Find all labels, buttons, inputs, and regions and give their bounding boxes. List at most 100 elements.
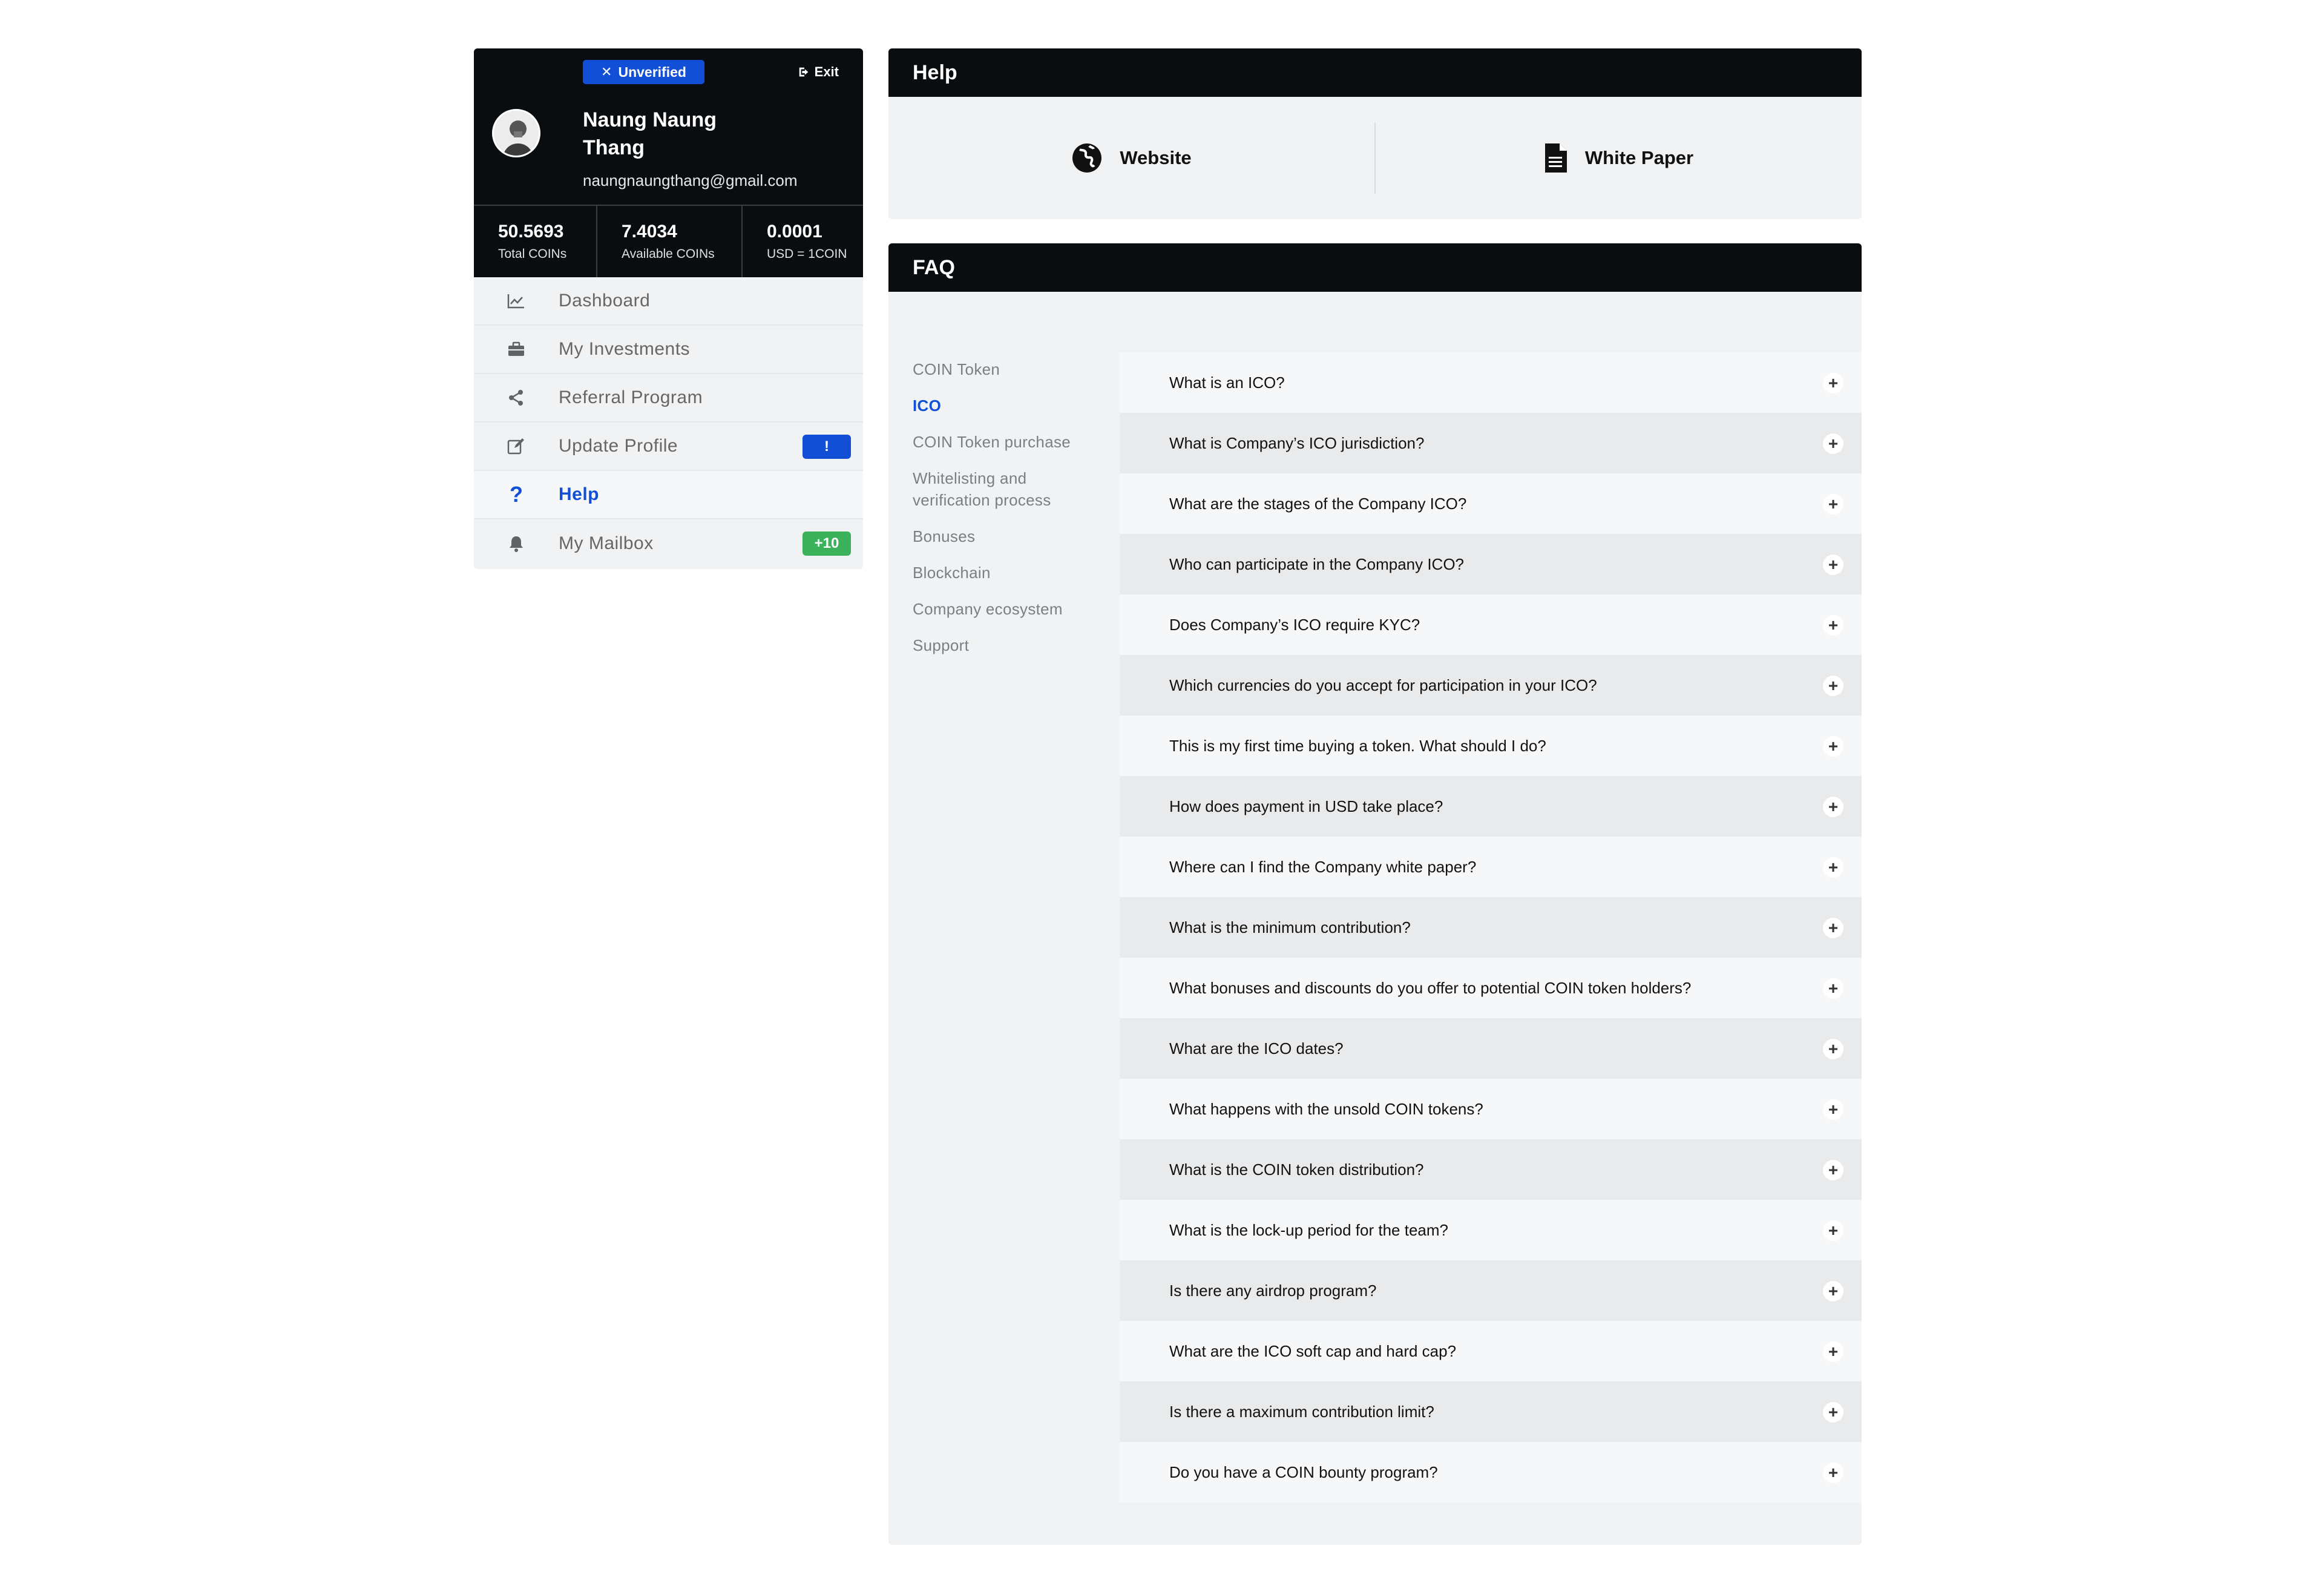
bell-icon <box>474 535 559 552</box>
website-label: Website <box>1120 147 1192 168</box>
faq-row[interactable]: Where can I find the Company white paper… <box>1120 837 1862 897</box>
faq-category-item[interactable]: Whitelisting and verification process <box>913 467 1106 511</box>
faq-category-item[interactable]: Blockchain <box>913 562 1106 584</box>
faq-question: What is the minimum contribution? <box>1169 918 1411 936</box>
expand-plus-icon[interactable]: + <box>1823 1220 1843 1241</box>
exit-icon <box>799 67 809 77</box>
faq-category-item[interactable]: Company ecosystem <box>913 598 1106 620</box>
faq-question: How does payment in USD take place? <box>1169 797 1443 815</box>
faq-row[interactable]: Which currencies do you accept for parti… <box>1120 655 1862 716</box>
stat-available-coins: 7.4034 Available COINs <box>596 206 741 277</box>
nav-label: Referral Program <box>559 387 703 407</box>
expand-plus-icon[interactable]: + <box>1823 1160 1843 1180</box>
faq-question: What bonuses and discounts do you offer … <box>1169 978 1692 997</box>
faq-panel: FAQ COIN Token ICO COIN Token purchase Whit… <box>888 243 1862 1545</box>
expand-plus-icon[interactable]: + <box>1823 1341 1843 1362</box>
expand-plus-icon[interactable]: + <box>1823 797 1843 817</box>
faq-category-item[interactable]: Support <box>913 634 1106 656</box>
faq-row[interactable]: What bonuses and discounts do you offer … <box>1120 958 1862 1018</box>
faq-question: Where can I find the Company white paper… <box>1169 857 1477 876</box>
faq-row[interactable]: Who can participate in the Company ICO? + <box>1120 534 1862 594</box>
faq-row[interactable]: What are the ICO soft cap and hard cap? + <box>1120 1321 1862 1381</box>
stat-label: USD = 1COIN <box>767 247 847 261</box>
share-icon <box>474 389 559 406</box>
expand-plus-icon[interactable]: + <box>1823 554 1843 575</box>
stat-label: Total COINs <box>498 247 567 261</box>
faq-row[interactable]: What happens with the unsold COIN tokens… <box>1120 1079 1862 1139</box>
faq-question: Who can participate in the Company ICO? <box>1169 554 1465 573</box>
faq-row[interactable]: What is an ICO? + <box>1120 352 1862 413</box>
nav-item-dashboard[interactable]: Dashboard <box>474 277 863 326</box>
notification-badge: ! <box>803 435 851 459</box>
stat-value: 0.0001 <box>767 222 822 242</box>
profile-sidebar: ✕ Unverified Exit Naung Naung Thang naun… <box>474 48 863 569</box>
expand-plus-icon[interactable]: + <box>1823 918 1843 938</box>
faq-question: What are the ICO soft cap and hard cap? <box>1169 1341 1457 1360</box>
expand-plus-icon[interactable]: + <box>1823 1099 1843 1120</box>
white-paper-link[interactable]: White Paper <box>1374 122 1862 194</box>
faq-category-item[interactable]: Bonuses <box>913 525 1106 547</box>
faq-row[interactable]: What is the COIN token distribution? + <box>1120 1139 1862 1200</box>
faq-row[interactable]: What is the minimum contribution? + <box>1120 897 1862 958</box>
stat-exchange-rate: 0.0001 USD = 1COIN <box>741 206 863 277</box>
expand-plus-icon[interactable]: + <box>1823 736 1843 757</box>
faq-row[interactable]: What is the lock-up period for the team?… <box>1120 1200 1862 1260</box>
faq-question: What is the lock-up period for the team? <box>1169 1220 1449 1239</box>
faq-question: Is there a maximum contribution limit? <box>1169 1402 1434 1421</box>
faq-row[interactable]: This is my first time buying a token. Wh… <box>1120 716 1862 776</box>
faq-row[interactable]: Does Company’s ICO require KYC? + <box>1120 594 1862 655</box>
faq-category-list: COIN Token ICO COIN Token purchase Whitelis… <box>913 358 1106 671</box>
faq-category-item[interactable]: COIN Token purchase <box>913 431 1106 453</box>
faq-category-item[interactable]: ICO <box>913 395 1106 416</box>
faq-row[interactable]: Is there any airdrop program? + <box>1120 1260 1862 1321</box>
avatar[interactable] <box>492 109 540 157</box>
expand-plus-icon[interactable]: + <box>1823 857 1843 878</box>
stat-label: Available COINs <box>622 247 715 261</box>
faq-row[interactable]: How does payment in USD take place? + <box>1120 776 1862 837</box>
exit-button[interactable]: Exit <box>798 64 839 80</box>
user-name: Naung Naung Thang <box>583 108 717 159</box>
expand-plus-icon[interactable]: + <box>1823 676 1843 696</box>
stat-value: 7.4034 <box>622 222 677 242</box>
coin-stats: 50.5693 Total COINs 7.4034 Available COI… <box>474 205 863 277</box>
faq-category-item[interactable]: COIN Token <box>913 358 1106 380</box>
faq-question-list: What is an ICO? + What is Company’s ICO ju… <box>1120 352 1862 1502</box>
expand-plus-icon[interactable]: + <box>1823 433 1843 454</box>
exit-label: Exit <box>814 64 839 79</box>
expand-plus-icon[interactable]: + <box>1823 1463 1843 1483</box>
nav-label: Dashboard <box>559 291 651 311</box>
white-paper-label: White Paper <box>1584 147 1694 168</box>
chart-line-icon <box>474 293 559 309</box>
expand-plus-icon[interactable]: + <box>1823 494 1843 515</box>
help-title: Help <box>888 48 1862 97</box>
profile-header: ✕ Unverified Exit Naung Naung Thang naun… <box>474 48 863 205</box>
faq-row[interactable]: Do you have a COIN bounty program? + <box>1120 1442 1862 1502</box>
unverified-badge: ✕ Unverified <box>583 60 704 84</box>
faq-question: What are the ICO dates? <box>1169 1039 1344 1058</box>
stat-value: 50.5693 <box>498 222 564 242</box>
nav-label: My Mailbox <box>559 533 654 553</box>
expand-plus-icon[interactable]: + <box>1823 1039 1843 1059</box>
website-link[interactable]: Website <box>888 122 1374 194</box>
expand-plus-icon[interactable]: + <box>1823 1281 1843 1301</box>
faq-row[interactable]: Is there a maximum contribution limit? + <box>1120 1381 1862 1442</box>
faq-question: Which currencies do you accept for parti… <box>1169 676 1597 694</box>
expand-plus-icon[interactable]: + <box>1823 1402 1843 1423</box>
nav-item-help[interactable]: ? Help <box>474 471 863 519</box>
help-panel: Help Website White Paper <box>888 48 1862 219</box>
briefcase-icon <box>474 341 559 357</box>
help-links: Website White Paper <box>888 97 1862 219</box>
expand-plus-icon[interactable]: + <box>1823 978 1843 999</box>
expand-plus-icon[interactable]: + <box>1823 373 1843 393</box>
nav-item-my-mailbox[interactable]: My Mailbox +10 <box>474 519 863 568</box>
faq-row[interactable]: What are the stages of the Company ICO? + <box>1120 473 1862 534</box>
faq-question: What are the stages of the Company ICO? <box>1169 494 1467 513</box>
nav-item-update-profile[interactable]: Update Profile ! <box>474 423 863 471</box>
faq-question: This is my first time buying a token. Wh… <box>1169 736 1546 755</box>
nav-item-referral-program[interactable]: Referral Program <box>474 374 863 423</box>
faq-row[interactable]: What is Company’s ICO jurisdiction? + <box>1120 413 1862 473</box>
expand-plus-icon[interactable]: + <box>1823 615 1843 636</box>
nav-label: My Investments <box>559 339 691 359</box>
faq-row[interactable]: What are the ICO dates? + <box>1120 1018 1862 1079</box>
nav-item-my-investments[interactable]: My Investments <box>474 326 863 374</box>
